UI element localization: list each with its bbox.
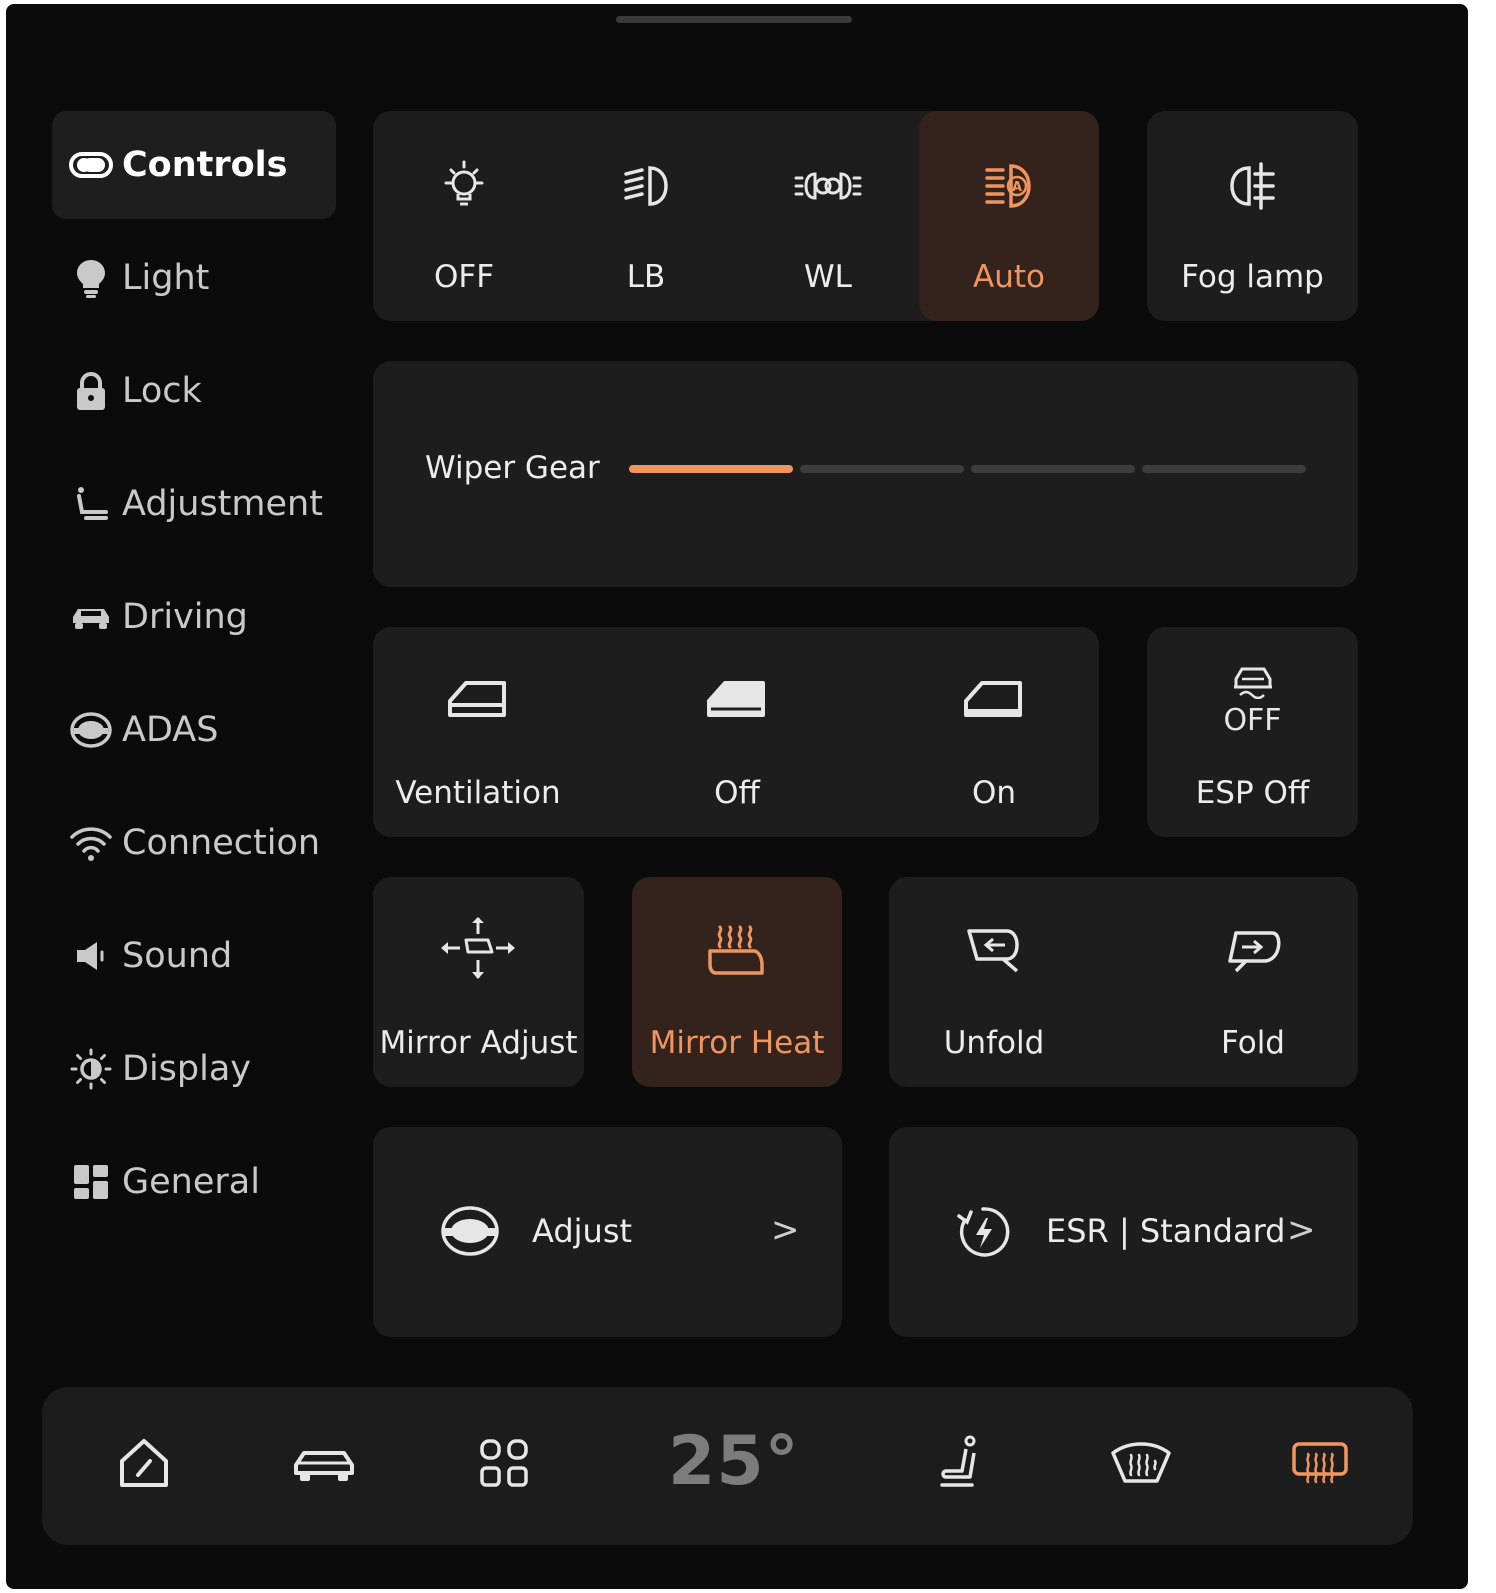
- mirror-unfold-button[interactable]: Unfold: [889, 877, 1099, 1087]
- esp-icon-text: OFF: [1223, 703, 1282, 738]
- adas-icon: [439, 1203, 501, 1263]
- mirror-fold-button[interactable]: Fold: [1148, 877, 1358, 1087]
- bulb-off-icon: [434, 156, 494, 216]
- sidebar-item-adjustment[interactable]: Adjustment: [52, 450, 336, 558]
- grid-icon: [66, 1157, 116, 1207]
- auto-light-button[interactable]: A Auto: [919, 111, 1099, 321]
- ventilation-label: Ventilation: [395, 775, 561, 811]
- front-defrost-icon: [1109, 1439, 1173, 1491]
- chevron-right-icon: >: [771, 1210, 800, 1250]
- wiper-gear-label: Wiper Gear: [425, 450, 600, 486]
- fog-lamp-button[interactable]: Fog lamp: [1147, 111, 1358, 321]
- window-ventilation-button[interactable]: Ventilation: [373, 627, 583, 837]
- sidebar-item-sound[interactable]: Sound: [52, 902, 336, 1010]
- sidebar-item-driving[interactable]: Driving: [52, 563, 336, 671]
- mirror-heat-label: Mirror Heat: [649, 1025, 825, 1061]
- sidebar-item-label: Display: [122, 1049, 252, 1089]
- toggle-icon: [66, 140, 116, 190]
- esp-icon: [1228, 663, 1278, 703]
- bulb-icon: [66, 253, 116, 303]
- wifi-icon: [66, 818, 116, 868]
- mirror-adjust-icon: [438, 914, 518, 988]
- mirror-fold-icon: [1222, 923, 1284, 975]
- sidebar-item-lock[interactable]: Lock: [52, 337, 336, 445]
- low-beam-icon: [616, 156, 676, 216]
- window-on-button[interactable]: On: [889, 627, 1099, 837]
- drag-handle[interactable]: [616, 16, 852, 23]
- front-defrost-button[interactable]: [1106, 1430, 1176, 1500]
- sidebar-item-label: General: [122, 1162, 260, 1202]
- brightness-icon: [66, 1044, 116, 1094]
- car-icon: [66, 592, 116, 642]
- svg-text:A: A: [1012, 180, 1022, 195]
- window-on-label: On: [971, 775, 1017, 811]
- rear-defrost-icon: [1290, 1440, 1350, 1490]
- wiper-gear-1[interactable]: [629, 465, 793, 473]
- sidebar-item-label: ADAS: [122, 710, 219, 750]
- width-lamp-label: WL: [804, 259, 852, 295]
- window-closed-icon: [705, 675, 769, 721]
- mirror-adjust-button[interactable]: Mirror Adjust: [373, 877, 584, 1087]
- sidebar-item-display[interactable]: Display: [52, 1015, 336, 1123]
- width-lamp-button[interactable]: WL: [737, 111, 919, 321]
- seat-icon: [66, 479, 116, 529]
- temperature-display[interactable]: 25°: [668, 1422, 800, 1501]
- window-open-icon: [962, 675, 1026, 721]
- apps-icon: [478, 1437, 530, 1493]
- auto-light-label: Auto: [973, 259, 1045, 295]
- wiper-gear-4[interactable]: [1142, 465, 1306, 473]
- esp-off-button[interactable]: OFF ESP Off: [1147, 627, 1358, 837]
- sidebar-item-label: Driving: [122, 597, 248, 637]
- sidebar-item-label: Light: [122, 258, 210, 298]
- window-off-label: Off: [714, 775, 760, 811]
- apps-button[interactable]: [469, 1430, 539, 1500]
- window-off-button[interactable]: Off: [632, 627, 842, 837]
- sidebar-item-label: Connection: [122, 823, 321, 863]
- auto-headlight-icon: A: [979, 156, 1039, 216]
- sidebar-item-controls[interactable]: Controls: [52, 111, 336, 219]
- low-beam-button[interactable]: LB: [555, 111, 737, 321]
- light-off-label: OFF: [433, 259, 495, 295]
- wiper-gear-2[interactable]: [800, 465, 964, 473]
- car-icon: [292, 1441, 356, 1489]
- sidebar-item-label: Sound: [122, 936, 233, 976]
- window-vent-icon: [446, 675, 510, 721]
- adjust-row[interactable]: Adjust >: [373, 1127, 842, 1337]
- fog-lamp-label: Fog lamp: [1181, 259, 1324, 295]
- sidebar-item-connection[interactable]: Connection: [52, 789, 336, 897]
- low-beam-label: LB: [626, 259, 666, 295]
- rear-defrost-button[interactable]: [1285, 1430, 1355, 1500]
- sidebar-item-adas[interactable]: ADAS: [52, 676, 336, 784]
- sidebar-item-label: Lock: [122, 371, 202, 411]
- sidebar-item-general[interactable]: General: [52, 1128, 336, 1236]
- light-off-button[interactable]: OFF: [373, 111, 555, 321]
- home-icon: [116, 1435, 172, 1495]
- esr-label: ESR | Standard: [1046, 1212, 1286, 1250]
- mirror-unfold-label: Unfold: [943, 1025, 1045, 1061]
- speaker-icon: [66, 931, 116, 981]
- seat-button[interactable]: [927, 1430, 997, 1500]
- energy-recovery-icon: [955, 1204, 1011, 1264]
- mirror-heat-button[interactable]: Mirror Heat: [632, 877, 842, 1087]
- home-button[interactable]: [109, 1430, 179, 1500]
- mirror-heat-icon: [704, 921, 770, 985]
- adjust-label: Adjust: [532, 1212, 633, 1250]
- sidebar-item-light[interactable]: Light: [52, 224, 336, 332]
- mirror-adjust-label: Mirror Adjust: [379, 1025, 578, 1061]
- sidebar-item-label: Adjustment: [122, 484, 323, 524]
- mirror-fold-label: Fold: [1221, 1025, 1285, 1061]
- lock-icon: [66, 366, 116, 416]
- esp-off-label: ESP Off: [1195, 775, 1310, 811]
- adas-icon: [66, 705, 116, 755]
- esr-row[interactable]: ESR | Standard >: [889, 1127, 1358, 1337]
- sidebar-item-label: Controls: [122, 145, 288, 185]
- seat-icon: [936, 1435, 988, 1495]
- fog-lamp-icon: [1223, 156, 1283, 220]
- mirror-unfold-icon: [963, 923, 1025, 975]
- width-lamp-icon: [793, 156, 863, 216]
- vehicle-button[interactable]: [289, 1430, 359, 1500]
- chevron-right-icon: >: [1287, 1210, 1316, 1250]
- wiper-gear-3[interactable]: [971, 465, 1135, 473]
